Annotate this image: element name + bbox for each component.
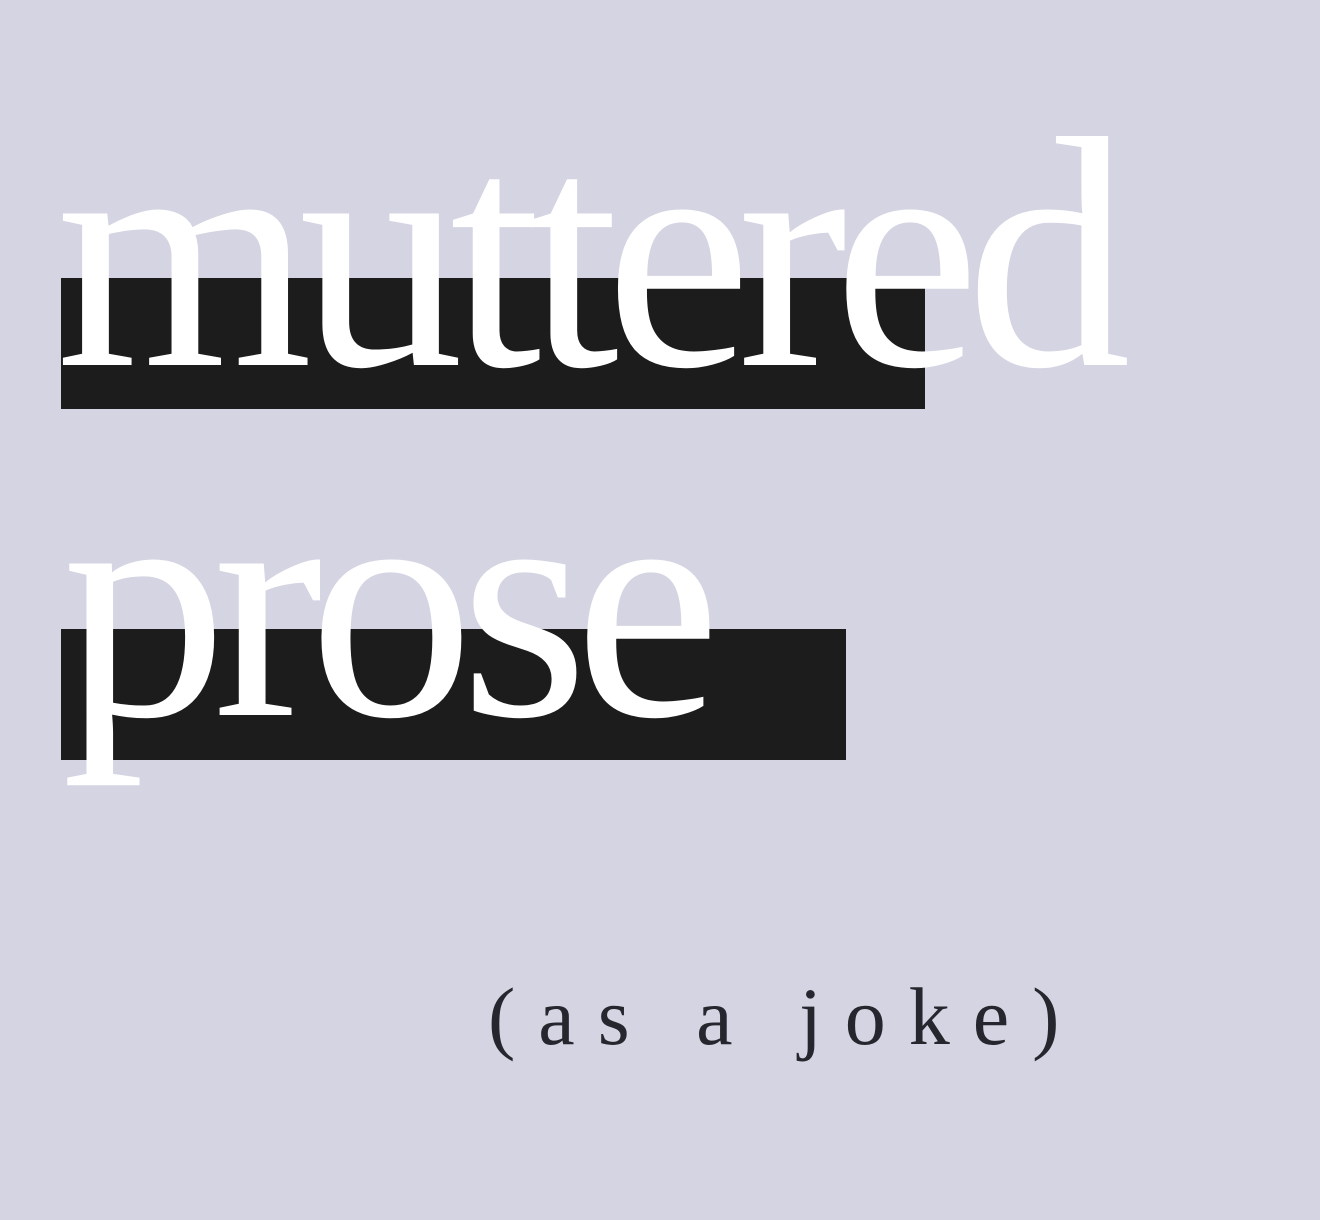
poster: muttered prose (as a joke) [0,0,1320,1220]
headline-word-muttered: muttered [56,72,1131,437]
tagline: (as a joke) [488,971,1083,1062]
headline-word-prose: prose [62,422,721,787]
